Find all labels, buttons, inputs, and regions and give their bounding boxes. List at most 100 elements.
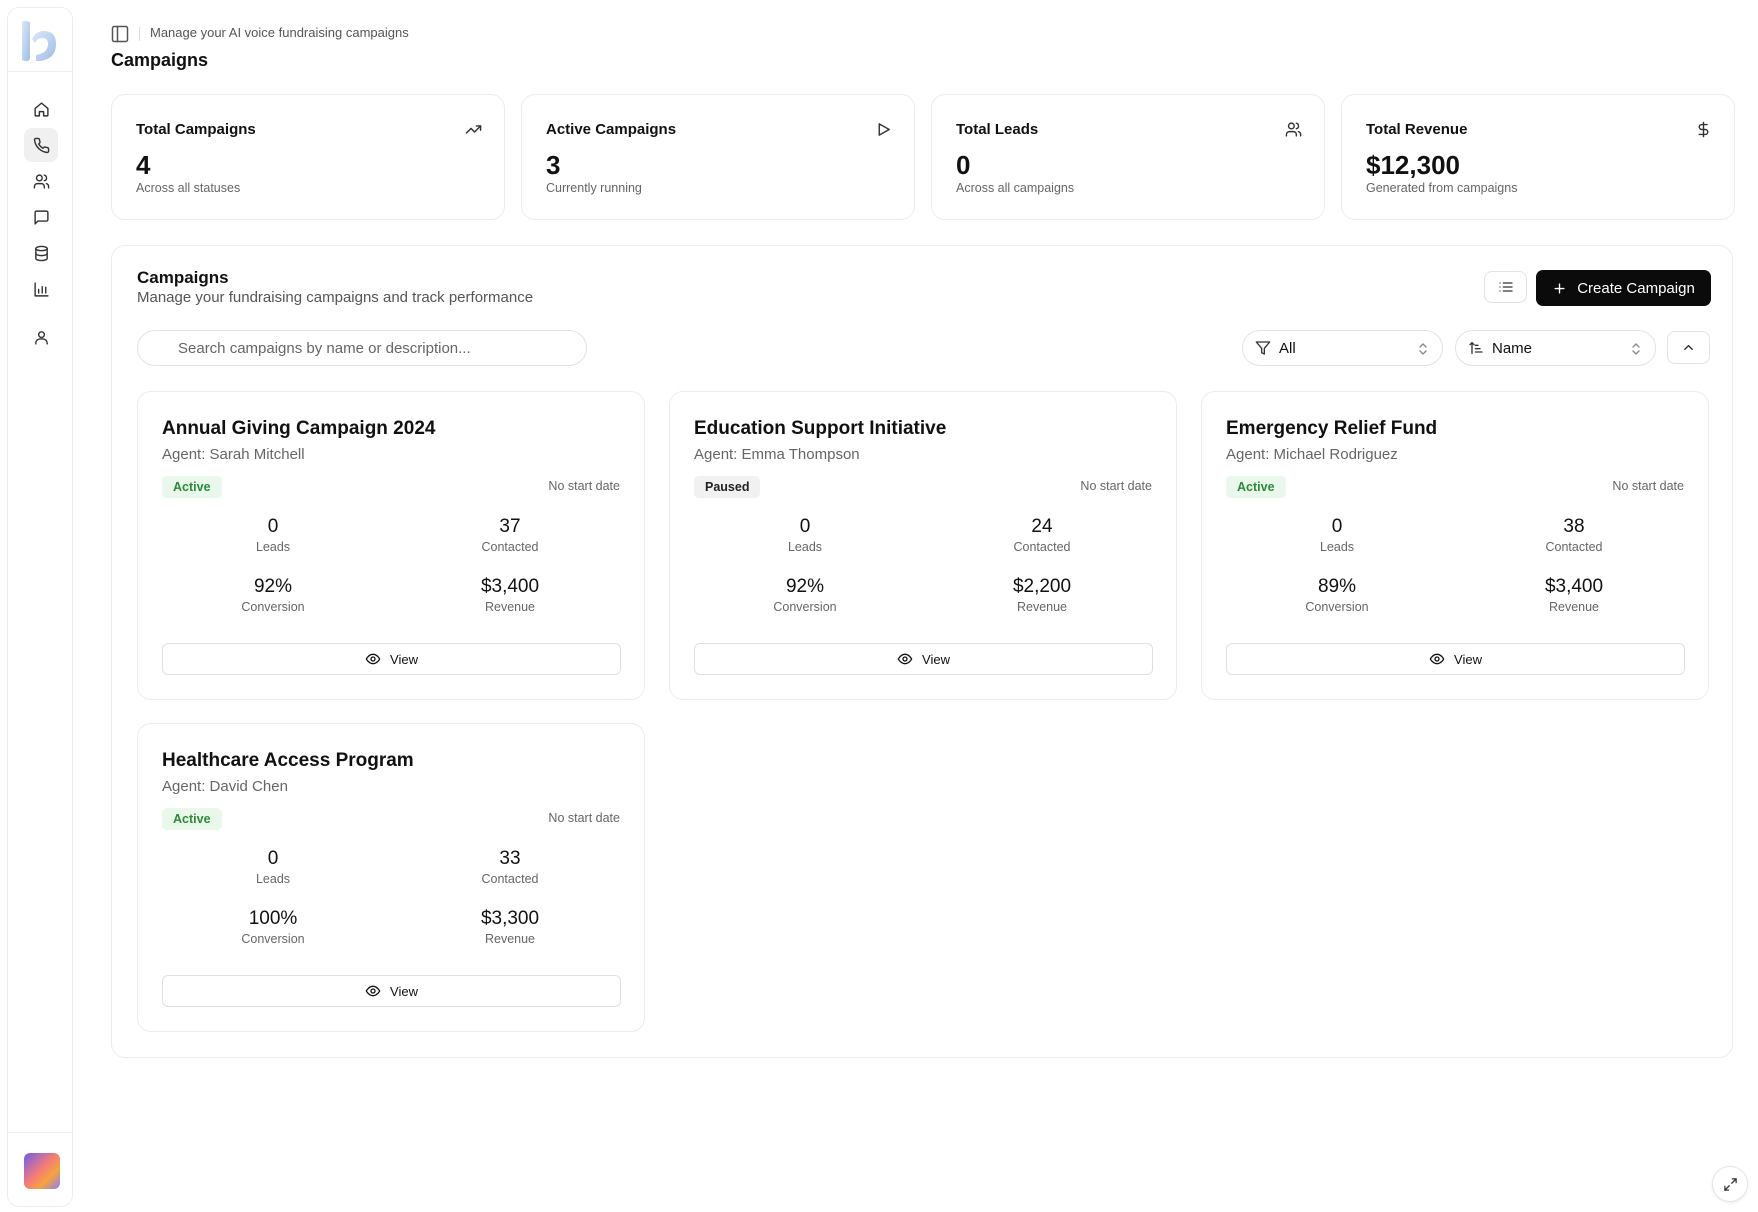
dollar-icon — [1698, 121, 1709, 138]
campaigns-panel: Campaigns Manage your fundraising campai… — [111, 245, 1733, 1058]
users-icon — [1285, 122, 1302, 137]
view-campaign-button[interactable]: View — [162, 643, 621, 675]
view-campaign-button[interactable]: View — [1226, 643, 1685, 675]
campaign-name: Healthcare Access Program — [162, 750, 414, 771]
campaign-start-date: No start date — [548, 479, 620, 493]
eye-icon — [1429, 653, 1445, 665]
stat-subtext: Across all campaigns — [956, 181, 1075, 195]
chevrons-up-down-icon — [1419, 343, 1427, 355]
campaign-start-date: No start date — [548, 811, 620, 825]
view-campaign-button[interactable]: View — [162, 975, 621, 1007]
stat-card-total-leads: Total Leads 0 Across all campaigns — [931, 94, 1325, 220]
campaign-start-date: No start date — [1612, 479, 1684, 493]
metric-revenue: $3,300 Revenue — [410, 908, 610, 946]
sidebar-item-contacts[interactable] — [24, 164, 58, 198]
metric-value: 0 — [267, 848, 279, 869]
sort-field-select[interactable]: Name — [1455, 330, 1656, 366]
list-icon — [1498, 282, 1513, 292]
stat-value: 0 — [956, 150, 971, 180]
metric-contacted: 24 Contacted — [942, 516, 1142, 554]
eye-icon — [897, 653, 913, 665]
stat-subtext: Generated from campaigns — [1366, 181, 1518, 195]
view-campaign-button[interactable]: View — [694, 643, 1153, 675]
metric-label: Leads — [255, 872, 291, 886]
create-campaign-label: Create Campaign — [1577, 279, 1695, 297]
sidebar — [7, 7, 73, 1207]
metric-value: 92% — [253, 576, 293, 597]
stat-value: 3 — [546, 150, 561, 180]
campaign-card: Healthcare Access Program Agent: David C… — [137, 723, 645, 1032]
header-subtitle: Manage your AI voice fundraising campaig… — [150, 25, 409, 40]
sidebar-item-database[interactable] — [24, 236, 58, 270]
metric-conversion: 92% Conversion — [705, 576, 905, 614]
sort-icon — [1469, 342, 1483, 354]
status-filter-value: All — [1279, 339, 1296, 357]
search-input[interactable]: Search campaigns by name or description.… — [137, 330, 587, 366]
expand-button[interactable] — [1712, 1166, 1748, 1202]
metric-value: $3,400 — [480, 576, 540, 597]
metric-value: 24 — [1031, 516, 1053, 537]
metric-value: 92% — [785, 576, 825, 597]
filter-icon — [1255, 341, 1271, 355]
stat-title: Total Campaigns — [136, 121, 256, 138]
sidebar-item-profile[interactable] — [24, 320, 58, 354]
app-logo[interactable] — [18, 17, 62, 65]
metric-value: 33 — [499, 848, 521, 869]
panel-title: Campaigns — [137, 268, 229, 287]
campaign-agent: Agent: Emma Thompson — [694, 446, 860, 463]
metric-label: Contacted — [481, 872, 539, 886]
list-view-button[interactable] — [1484, 271, 1527, 303]
metric-conversion: 89% Conversion — [1237, 576, 1437, 614]
metric-label: Revenue — [484, 932, 536, 946]
metric-contacted: 38 Contacted — [1474, 516, 1674, 554]
sidebar-item-home[interactable] — [24, 92, 58, 126]
stat-card-total-revenue: Total Revenue $12,300 Generated from cam… — [1341, 94, 1735, 220]
search-placeholder: Search campaigns by name or description.… — [178, 339, 471, 357]
metric-value: $2,200 — [1012, 576, 1072, 597]
view-label: View — [390, 651, 418, 667]
sidebar-item-campaigns[interactable] — [24, 128, 58, 162]
stat-card-active-campaigns: Active Campaigns 3 Currently running — [521, 94, 915, 220]
metric-revenue: $2,200 Revenue — [942, 576, 1142, 614]
metric-label: Contacted — [1545, 540, 1603, 554]
metric-leads: 0 Leads — [705, 516, 905, 554]
home-icon — [33, 101, 49, 117]
campaign-agent: Agent: Sarah Mitchell — [162, 446, 305, 463]
metric-value: 38 — [1563, 516, 1585, 537]
status-filter-select[interactable]: All — [1242, 330, 1443, 366]
view-label: View — [1454, 651, 1482, 667]
campaign-name: Emergency Relief Fund — [1226, 418, 1438, 439]
metric-leads: 0 Leads — [173, 848, 373, 886]
metric-value: 89% — [1317, 576, 1357, 597]
metric-label: Contacted — [481, 540, 539, 554]
metric-label: Conversion — [241, 600, 305, 614]
metric-value: 0 — [1331, 516, 1343, 537]
create-campaign-button[interactable]: Create Campaign — [1536, 270, 1711, 306]
expand-icon — [1723, 1177, 1737, 1191]
sidebar-item-analytics[interactable] — [24, 272, 58, 306]
sort-direction-button[interactable] — [1667, 331, 1710, 364]
status-badge: Active — [162, 476, 222, 498]
metric-revenue: $3,400 Revenue — [410, 576, 610, 614]
bar-chart-icon — [33, 281, 49, 297]
metric-contacted: 33 Contacted — [410, 848, 610, 886]
campaign-card: Annual Giving Campaign 2024 Agent: Sarah… — [137, 391, 645, 700]
sidebar-toggle-button[interactable] — [110, 24, 130, 44]
avatar[interactable] — [24, 1153, 60, 1189]
view-label: View — [390, 983, 418, 999]
metric-conversion: 92% Conversion — [173, 576, 373, 614]
metric-label: Leads — [787, 540, 823, 554]
metric-conversion: 100% Conversion — [173, 908, 373, 946]
campaign-name: Education Support Initiative — [694, 418, 947, 439]
page-title: Campaigns — [111, 50, 209, 70]
metric-label: Revenue — [1548, 600, 1600, 614]
database-icon — [34, 245, 48, 261]
phone-icon — [33, 137, 49, 153]
metric-label: Conversion — [1305, 600, 1369, 614]
metric-value: 0 — [267, 516, 279, 537]
sidebar-item-messages[interactable] — [24, 200, 58, 234]
metric-value: 37 — [499, 516, 521, 537]
stat-card-total-campaigns: Total Campaigns 4 Across all statuses — [111, 94, 505, 220]
user-icon — [34, 330, 48, 345]
stat-subtext: Across all statuses — [136, 181, 241, 195]
